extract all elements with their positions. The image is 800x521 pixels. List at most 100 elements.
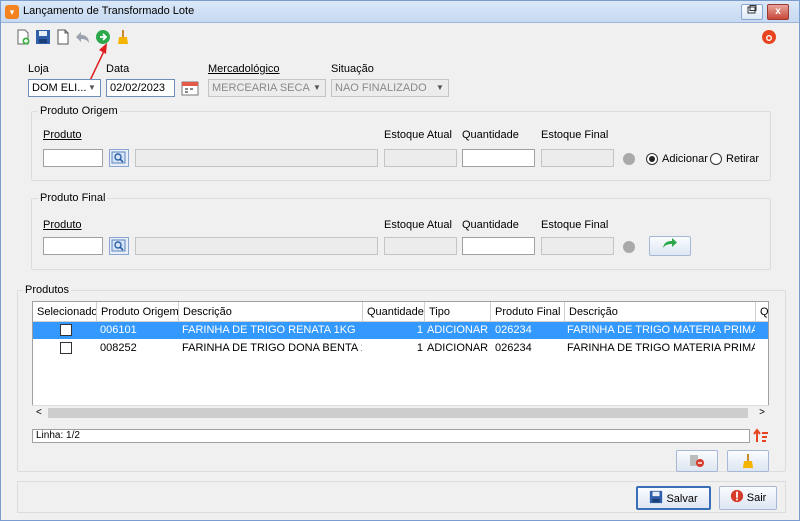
calendar-icon[interactable]: [181, 80, 199, 96]
row-tipo: ADICIONAR: [427, 324, 489, 336]
produto-final-title: Produto Final: [38, 192, 108, 204]
row-produto-origem: 006101: [100, 324, 137, 336]
brush-clean-icon[interactable]: [115, 29, 131, 45]
main-window: ▾ Lançamento de Transformado Lote x Loja…: [0, 0, 800, 521]
col-q[interactable]: Q: [756, 302, 768, 322]
data-value: 02/02/2023: [110, 82, 166, 94]
col-quantidade[interactable]: Quantidade: [363, 302, 425, 322]
origem-produto-descricao-field: [135, 149, 378, 167]
row-select-checkbox[interactable]: [60, 324, 72, 336]
origem-estoque-final-field: [541, 149, 614, 167]
data-label: Data: [106, 63, 130, 75]
row-descricao: FARINHA DE TRIGO DONA BENTA 1KG: [182, 342, 362, 354]
origem-produto-label: Produto: [43, 129, 82, 141]
situacao-value: NAO FINALIZADO: [335, 82, 427, 94]
row-produto-final: 026234: [495, 342, 532, 354]
sair-button[interactable]: Sair: [719, 486, 777, 510]
row-descricao-final: FARINHA DE TRIGO MATERIA PRIMA KG: [567, 324, 755, 336]
search-icon: [111, 151, 126, 164]
grid-horizontal-scrollbar[interactable]: < >: [32, 405, 769, 420]
help-flame-icon[interactable]: [761, 29, 777, 45]
origem-quantidade-input[interactable]: [462, 149, 535, 167]
col-descricao-final[interactable]: Descrição: [565, 302, 756, 322]
brush-clean-icon: [743, 454, 753, 468]
final-search-button[interactable]: [109, 237, 129, 255]
save-icon[interactable]: [35, 29, 51, 45]
close-button[interactable]: x: [767, 4, 789, 20]
exit-icon: [730, 489, 743, 503]
origem-produto-code-input[interactable]: [43, 149, 103, 167]
row-select-checkbox[interactable]: [60, 342, 72, 354]
loja-value: DOM ELI...: [32, 82, 87, 94]
restore-icon: [747, 5, 757, 14]
origem-estoque-final-label: Estoque Final: [541, 129, 609, 141]
produtos-title: Produtos: [23, 284, 72, 296]
final-produto-code-input[interactable]: [43, 237, 103, 255]
scrollbar-thumb[interactable]: [48, 408, 748, 418]
chevron-down-icon: ▼: [313, 83, 321, 92]
scroll-right-icon[interactable]: >: [759, 407, 765, 418]
produto-origem-group: Produto Origem: [31, 105, 771, 181]
scroll-left-icon[interactable]: <: [36, 407, 42, 418]
origem-search-button[interactable]: [109, 149, 129, 167]
delete-icon: [690, 455, 704, 467]
situacao-combo[interactable]: NAO FINALIZADO ▼: [331, 79, 449, 97]
origem-estoque-atual-field: [384, 149, 457, 167]
col-produto-origem[interactable]: Produto Origem: [97, 302, 179, 322]
final-produto-descricao-field: [135, 237, 378, 255]
adicionar-label: Adicionar: [662, 153, 708, 165]
adicionar-radio[interactable]: [646, 153, 658, 165]
mercadologico-value: MERCEARIA SECA: [212, 82, 310, 94]
retirar-radio[interactable]: [710, 153, 722, 165]
col-tipo[interactable]: Tipo: [425, 302, 491, 322]
final-quantidade-input[interactable]: [462, 237, 535, 255]
row-produto-final: 026234: [495, 324, 532, 336]
origem-quantidade-label: Quantidade: [462, 129, 519, 141]
produto-origem-title: Produto Origem: [38, 105, 120, 117]
data-input[interactable]: 02/02/2023: [106, 79, 175, 97]
situacao-label: Situação: [331, 63, 374, 75]
copy-document-icon[interactable]: [55, 29, 71, 45]
final-produto-label: Produto: [43, 219, 82, 231]
row-descricao-final: FARINHA DE TRIGO MATERIA PRIMA KG: [567, 342, 755, 354]
chevron-down-icon: ▼: [88, 83, 96, 92]
final-quantidade-label: Quantidade: [462, 219, 519, 231]
final-estoque-final-label: Estoque Final: [541, 219, 609, 231]
window-title: Lançamento de Transformado Lote: [23, 5, 195, 17]
produtos-grid[interactable]: Selecionado Produto Origem Descrição Qua…: [32, 301, 769, 420]
origem-status-dot-icon: [623, 153, 635, 165]
save-icon: [650, 490, 663, 504]
close-icon: x: [775, 6, 781, 17]
col-produto-final[interactable]: Produto Final: [491, 302, 565, 322]
linha-status-text: Linha: 1/2: [36, 430, 80, 441]
salvar-label: Salvar: [666, 493, 698, 505]
salvar-button[interactable]: Salvar: [636, 486, 711, 510]
table-row[interactable]: 006101 FARINHA DE TRIGO RENATA 1KG 1 ADI…: [33, 322, 768, 339]
chevron-down-icon: ▼: [436, 83, 444, 92]
loja-label: Loja: [28, 63, 49, 75]
row-quantidade: 1: [416, 324, 423, 336]
loja-combo[interactable]: DOM ELI... ▼: [28, 79, 101, 97]
remove-item-button[interactable]: [676, 450, 718, 472]
row-quantidade: 1: [416, 342, 423, 354]
restore-button[interactable]: [741, 4, 763, 20]
row-produto-origem: 008252: [100, 342, 137, 354]
add-to-list-button[interactable]: [649, 236, 691, 256]
col-descricao[interactable]: Descrição: [179, 302, 363, 322]
arrow-right-green-icon: [663, 238, 677, 248]
origem-estoque-atual-label: Estoque Atual: [384, 129, 452, 141]
mercadologico-combo[interactable]: MERCEARIA SECA ▼: [208, 79, 326, 97]
new-document-icon[interactable]: [15, 29, 31, 45]
sort-order-icon[interactable]: [753, 428, 769, 444]
app-menu-icon[interactable]: ▾: [5, 5, 19, 19]
final-estoque-atual-field: [384, 237, 457, 255]
final-estoque-atual-label: Estoque Atual: [384, 219, 452, 231]
row-tipo: ADICIONAR: [427, 342, 489, 354]
title-bar[interactable]: ▾ Lançamento de Transformado Lote x: [1, 1, 799, 23]
table-row[interactable]: 008252 FARINHA DE TRIGO DONA BENTA 1KG 1…: [33, 340, 768, 357]
search-icon: [111, 239, 126, 252]
clear-list-button[interactable]: [727, 450, 769, 472]
row-descricao: FARINHA DE TRIGO RENATA 1KG: [182, 324, 356, 336]
col-selecionado[interactable]: Selecionado: [33, 302, 97, 322]
retirar-label: Retirar: [726, 153, 760, 165]
